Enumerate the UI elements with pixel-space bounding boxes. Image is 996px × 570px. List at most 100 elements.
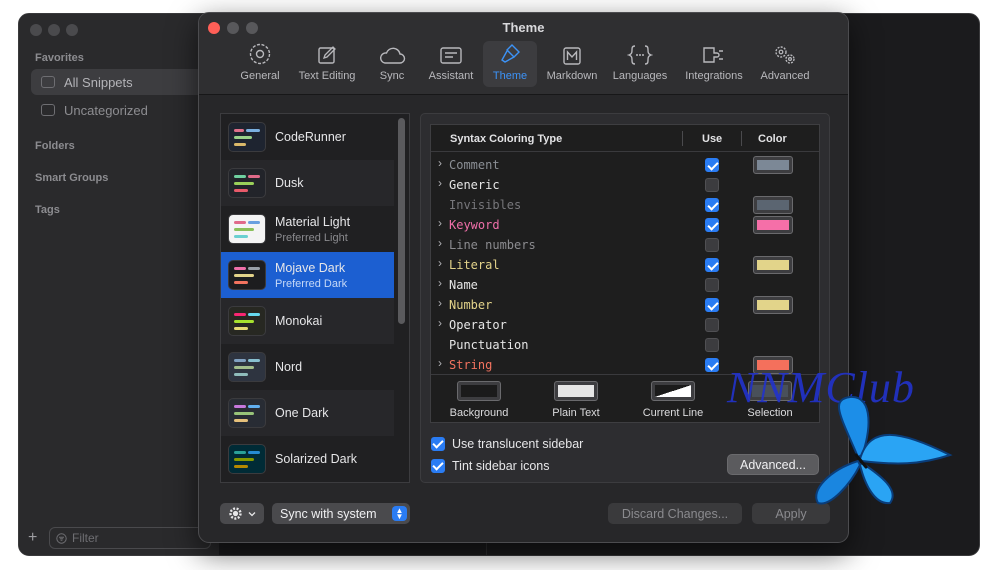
theme-item-solarized-dark[interactable]: Solarized Dark xyxy=(221,436,394,482)
header-divider xyxy=(682,131,683,146)
color-swatch xyxy=(757,200,789,210)
use-checkbox[interactable] xyxy=(705,338,719,352)
use-checkbox[interactable] xyxy=(705,258,719,272)
markdown-icon xyxy=(563,47,581,65)
background-sidebar: Favorites All Snippets Uncategorized Fol… xyxy=(19,14,219,555)
syntax-type-name: Name xyxy=(449,278,478,292)
syntax-row-number[interactable]: › Number xyxy=(431,295,819,315)
syntax-row-literal[interactable]: › Literal xyxy=(431,255,819,275)
tab-sync[interactable]: Sync xyxy=(371,41,413,87)
syntax-type-name: String xyxy=(449,358,493,372)
syntax-type-name: Comment xyxy=(449,158,500,172)
syntax-row-name[interactable]: › Name xyxy=(431,275,819,295)
plug-icon xyxy=(703,47,723,63)
header-divider xyxy=(741,131,742,146)
syntax-row-punctuation[interactable]: Punctuation xyxy=(431,335,819,355)
bg-minimize-button[interactable] xyxy=(48,24,60,36)
color-swatch xyxy=(757,300,789,310)
theme-name: One Dark xyxy=(275,406,329,420)
syntax-row-comment[interactable]: › Comment xyxy=(431,155,819,175)
disclosure-chevron-icon[interactable]: › xyxy=(438,216,442,230)
section-favorites: Favorites xyxy=(35,52,84,64)
checkbox[interactable] xyxy=(431,437,445,451)
theme-item-coderunner[interactable]: CodeRunner xyxy=(221,114,394,160)
theme-item-mojave-dark[interactable]: Mojave Dark Preferred Dark xyxy=(221,252,394,298)
color-well[interactable] xyxy=(753,296,793,314)
tab-label: Text Editing xyxy=(298,70,356,82)
use-checkbox[interactable] xyxy=(705,238,719,252)
translucent-sidebar-checkbox[interactable]: Use translucent sidebar xyxy=(431,437,583,451)
use-checkbox[interactable] xyxy=(705,178,719,192)
color-well-label: Plain Text xyxy=(552,407,600,419)
theme-item-monokai[interactable]: Monokai xyxy=(221,298,394,344)
section-tags: Tags xyxy=(35,204,60,216)
syntax-row-invisibles[interactable]: Invisibles xyxy=(431,195,819,215)
checkbox-label: Use translucent sidebar xyxy=(452,437,584,451)
column-header-use: Use xyxy=(702,133,723,145)
use-checkbox[interactable] xyxy=(705,298,719,312)
use-checkbox[interactable] xyxy=(705,318,719,332)
disclosure-chevron-icon[interactable]: › xyxy=(438,276,442,290)
disclosure-chevron-icon[interactable]: › xyxy=(438,176,442,190)
tab-advanced[interactable]: Advanced xyxy=(754,41,816,87)
disclosure-chevron-icon[interactable]: › xyxy=(438,256,442,270)
tab-assistant[interactable]: Assistant xyxy=(421,41,481,87)
syntax-row-keyword[interactable]: › Keyword xyxy=(431,215,819,235)
column-header-color: Color xyxy=(758,133,787,145)
syntax-type-name: Generic xyxy=(449,178,500,192)
use-checkbox[interactable] xyxy=(705,358,719,372)
toolbar: Theme General Text Editing Sync Assistan… xyxy=(199,13,848,95)
syntax-row-generic[interactable]: › Generic xyxy=(431,175,819,195)
braces-icon xyxy=(627,45,653,65)
theme-list[interactable]: CodeRunner Dusk Material Light Preferred… xyxy=(220,113,410,483)
filter-field[interactable]: Filter xyxy=(49,527,211,549)
background-color-well[interactable]: Background xyxy=(431,381,527,419)
theme-thumbnail xyxy=(228,398,266,428)
tab-text-editing[interactable]: Text Editing xyxy=(292,41,362,87)
tab-markdown[interactable]: Markdown xyxy=(542,41,602,87)
theme-item-one-dark[interactable]: One Dark xyxy=(221,390,394,436)
theme-item-nord[interactable]: Nord xyxy=(221,344,394,390)
syntax-type-name: Operator xyxy=(449,318,507,332)
tab-languages[interactable]: Languages xyxy=(609,41,671,87)
tint-sidebar-icons-checkbox[interactable]: Tint sidebar icons xyxy=(431,459,550,473)
use-checkbox[interactable] xyxy=(705,218,719,232)
syntax-row-line-numbers[interactable]: › Line numbers xyxy=(431,235,819,255)
color-well[interactable] xyxy=(753,156,793,174)
action-menu-button[interactable] xyxy=(220,503,264,524)
disclosure-chevron-icon[interactable]: › xyxy=(438,316,442,330)
sidebar-item-uncategorized[interactable]: Uncategorized xyxy=(31,97,209,123)
theme-item-material-light[interactable]: Material Light Preferred Light xyxy=(221,206,394,252)
popup-value: Sync with system xyxy=(280,506,377,521)
color-swatch xyxy=(757,260,789,270)
preferences-window: Theme General Text Editing Sync Assistan… xyxy=(198,12,849,543)
color-well[interactable] xyxy=(753,216,793,234)
disclosure-chevron-icon[interactable]: › xyxy=(438,236,442,250)
tab-general[interactable]: General xyxy=(237,41,283,87)
bg-close-button[interactable] xyxy=(30,24,42,36)
current-line-color-well[interactable]: Current Line xyxy=(625,381,721,419)
disclosure-chevron-icon[interactable]: › xyxy=(438,296,442,310)
syntax-row-operator[interactable]: › Operator xyxy=(431,315,819,335)
bg-zoom-button[interactable] xyxy=(66,24,78,36)
use-checkbox[interactable] xyxy=(705,278,719,292)
use-checkbox[interactable] xyxy=(705,158,719,172)
color-swatch xyxy=(757,220,789,230)
appearance-mode-popup[interactable]: Sync with system ▲ ▼ xyxy=(272,503,410,524)
checkbox[interactable] xyxy=(431,459,445,473)
disclosure-chevron-icon[interactable]: › xyxy=(438,156,442,170)
discard-changes-button[interactable]: Discard Changes... xyxy=(608,503,742,524)
theme-item-dusk[interactable]: Dusk xyxy=(221,160,394,206)
color-well[interactable] xyxy=(753,256,793,274)
add-button[interactable]: + xyxy=(28,529,37,547)
plain-text-color-well[interactable]: Plain Text xyxy=(528,381,624,419)
tab-integrations[interactable]: Integrations xyxy=(679,41,749,87)
use-checkbox[interactable] xyxy=(705,198,719,212)
disclosure-chevron-icon[interactable]: › xyxy=(438,356,442,370)
sidebar-item-all-snippets[interactable]: All Snippets xyxy=(31,69,209,95)
theme-list-scrollbar[interactable] xyxy=(398,118,405,324)
syntax-type-name: Punctuation xyxy=(449,338,529,352)
theme-settings-panel: Syntax Coloring Type Use Color › Comment ›… xyxy=(420,113,830,483)
color-well[interactable] xyxy=(753,196,793,214)
tab-theme[interactable]: Theme xyxy=(483,41,537,87)
